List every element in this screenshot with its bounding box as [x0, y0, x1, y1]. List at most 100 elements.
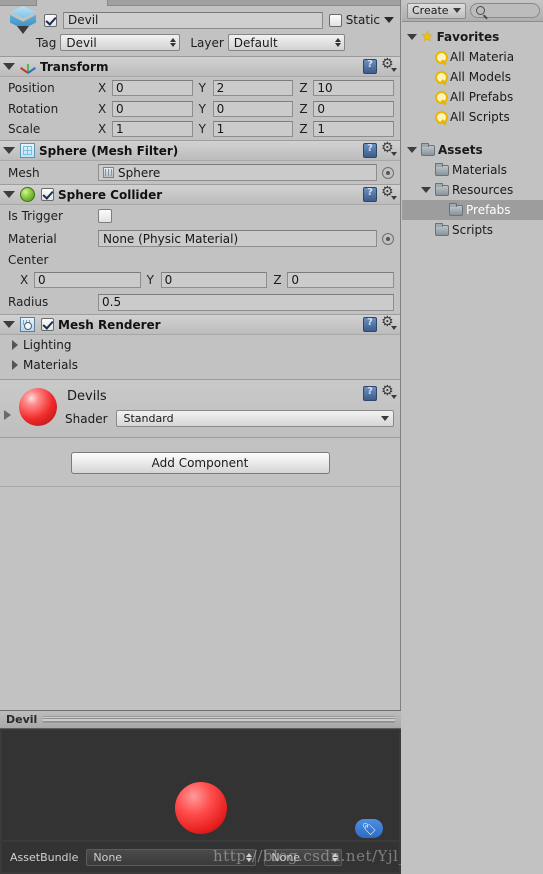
materials-foldout-icon[interactable] — [12, 360, 18, 370]
search-icon — [435, 51, 448, 64]
preview-header[interactable]: Devil — [0, 711, 401, 729]
tree-item-scripts[interactable]: Scripts — [402, 220, 543, 240]
scale-x-input[interactable]: 1 — [112, 120, 193, 137]
gear-icon[interactable] — [381, 383, 397, 400]
rotation-x-input[interactable]: 0 — [112, 100, 193, 117]
tree-item-materials[interactable]: Materials — [402, 160, 543, 180]
folder-icon — [435, 162, 449, 176]
material-foldout-icon[interactable] — [4, 409, 11, 420]
tag-stepper-icon — [170, 38, 177, 47]
sphere-collider-header[interactable]: Sphere Collider — [0, 184, 400, 205]
gameobject-name-row: Devil Static — [6, 6, 394, 34]
mesh-row: Mesh Sphere — [0, 161, 400, 184]
tree-item-all-scripts[interactable]: All Scripts — [402, 107, 543, 127]
sphere-collider-foldout-icon[interactable] — [3, 191, 15, 198]
is-trigger-checkbox[interactable] — [98, 209, 112, 223]
tree-twisty-expanded-icon[interactable] — [420, 187, 432, 193]
lighting-foldout[interactable]: Lighting — [0, 335, 400, 355]
lighting-foldout-icon[interactable] — [12, 340, 18, 350]
assetbundle-name-dropdown[interactable]: None — [86, 848, 257, 866]
axis-z-label: Z — [299, 80, 308, 95]
gear-icon[interactable] — [381, 314, 397, 331]
position-z-input[interactable]: 10 — [313, 79, 395, 96]
help-icon[interactable] — [363, 317, 377, 332]
preview-resize-grip[interactable] — [43, 716, 395, 723]
materials-foldout[interactable]: Materials — [0, 355, 400, 375]
scale-y-input[interactable]: 1 — [212, 120, 294, 137]
transform-header[interactable]: Transform — [0, 56, 400, 77]
static-chevron-down-icon[interactable] — [384, 17, 394, 23]
tree-item-prefabs[interactable]: Prefabs — [402, 200, 543, 220]
mesh-renderer-enabled-checkbox[interactable] — [41, 318, 54, 331]
layer-dropdown[interactable]: Default — [227, 34, 345, 51]
help-icon[interactable] — [363, 187, 377, 202]
tree-item-label: Favorites — [436, 30, 500, 44]
sphere-collider-enabled-checkbox[interactable] — [41, 188, 54, 201]
tree-item-assets[interactable]: Assets — [402, 140, 543, 160]
preview-viewport[interactable] — [2, 730, 399, 840]
position-y-input[interactable]: 2 — [212, 79, 294, 96]
create-button[interactable]: Create — [407, 2, 466, 19]
tree-twisty-expanded-icon[interactable] — [406, 34, 418, 40]
help-icon[interactable] — [363, 386, 377, 401]
assetbundle-variant-dropdown[interactable]: None — [264, 848, 343, 866]
tag-icon-button[interactable]: 🏷 — [355, 819, 383, 838]
mesh-filter-header[interactable]: Sphere (Mesh Filter) — [0, 140, 400, 161]
tree-item-favorites[interactable]: ★ Favorites — [402, 27, 543, 47]
center-z-value: 0 — [291, 272, 299, 287]
center-y-input[interactable]: 0 — [160, 271, 268, 288]
gameobject-name-input[interactable]: Devil — [63, 11, 323, 29]
position-x-input[interactable]: 0 — [112, 79, 193, 96]
radius-input[interactable]: 0.5 — [98, 293, 394, 311]
gameobject-active-checkbox[interactable] — [44, 13, 57, 27]
axis-y-label: Y — [198, 121, 207, 136]
radius-row: Radius 0.5 — [0, 290, 400, 314]
tree-twisty-expanded-icon[interactable] — [406, 147, 418, 153]
collider-material-picker-icon[interactable] — [382, 232, 394, 245]
search-icon — [435, 111, 448, 124]
radius-value: 0.5 — [102, 295, 122, 309]
center-x-input[interactable]: 0 — [34, 271, 141, 288]
tree-item-all-prefabs[interactable]: All Prefabs — [402, 87, 543, 107]
tag-dropdown[interactable]: Devil — [60, 34, 181, 51]
add-component-button[interactable]: Add Component — [70, 452, 330, 474]
axis-z-label: Z — [299, 121, 308, 136]
center-z-input[interactable]: 0 — [287, 271, 395, 288]
gear-icon[interactable] — [381, 184, 397, 201]
help-icon[interactable] — [363, 143, 377, 158]
rotation-z-input[interactable]: 0 — [313, 100, 395, 117]
mesh-object-field[interactable]: Sphere — [98, 164, 377, 181]
material-preview-sphere — [19, 388, 57, 426]
mesh-picker-icon[interactable] — [382, 166, 394, 179]
project-search-input[interactable] — [469, 3, 540, 18]
is-trigger-row: Is Trigger — [0, 205, 400, 227]
tag-label: Tag — [36, 35, 57, 50]
collider-material-field[interactable]: None (Physic Material) — [98, 230, 377, 247]
gear-icon[interactable] — [381, 140, 397, 157]
static-toggle-group[interactable]: Static — [328, 13, 394, 27]
mesh-renderer-header[interactable]: Mesh Renderer — [0, 314, 400, 335]
shader-dropdown[interactable]: Standard — [115, 410, 394, 427]
folder-icon — [421, 142, 435, 156]
star-icon: ★ — [421, 29, 434, 45]
help-icon[interactable] — [363, 59, 377, 74]
tree-item-label: All Models — [450, 70, 511, 84]
gear-icon[interactable] — [381, 56, 397, 73]
axis-y-label: Y — [198, 80, 207, 95]
rotation-y-input[interactable]: 0 — [212, 100, 294, 117]
tree-item-all-materia[interactable]: All Materia — [402, 47, 543, 67]
mesh-filter-foldout-icon[interactable] — [3, 147, 15, 154]
tree-item-label: All Prefabs — [450, 90, 514, 104]
tree-item-all-models[interactable]: All Models — [402, 67, 543, 87]
mesh-renderer-foldout-icon[interactable] — [3, 321, 15, 328]
collider-material-label: Material — [8, 231, 57, 246]
transform-foldout-icon[interactable] — [3, 63, 15, 70]
assetbundle-label: AssetBundle — [10, 850, 79, 864]
scale-z-input[interactable]: 1 — [313, 120, 395, 137]
add-component-area: Add Component — [0, 438, 400, 487]
static-checkbox[interactable] — [328, 13, 342, 27]
tree-item-resources[interactable]: Resources — [402, 180, 543, 200]
create-label: Create — [412, 4, 449, 17]
component-mesh-filter: Sphere (Mesh Filter) Mesh Sphere — [0, 140, 400, 185]
